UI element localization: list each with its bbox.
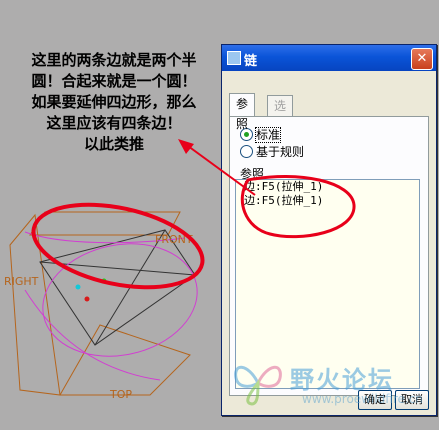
radio-rule-based-label: 基于规则 [256, 145, 305, 159]
sketch-curve-lower[interactable] [24, 289, 161, 381]
sketch-ellipse[interactable] [32, 230, 207, 370]
annotation-line: 这里应该有四条边！ [46, 114, 182, 132]
annotation-line: 这里的两条边就是两个半 [31, 51, 197, 69]
selection-point-green[interactable] [101, 278, 107, 284]
right-datum-label: RIGHT [4, 275, 39, 288]
list-item[interactable]: 边:F5(拉伸_1) [236, 194, 419, 208]
annotation-line: 如果要延伸四边形，那么 [31, 93, 197, 111]
radio-rule-based[interactable]: 基于规则 [240, 144, 304, 160]
selection-point-red[interactable] [84, 296, 90, 302]
cancel-button[interactable]: 取消 [395, 390, 429, 410]
references-list[interactable]: 边:F5(拉伸_1) 边:F5(拉伸_1) [235, 179, 420, 389]
close-button[interactable]: ✕ [411, 48, 433, 70]
tab-references[interactable]: 参照 [229, 93, 256, 131]
radio-standard-label: 标准 [254, 127, 282, 143]
tab-options[interactable]: 选项 [267, 95, 294, 133]
top-datum-plane[interactable] [59, 324, 191, 396]
radio-rule-based-indicator[interactable] [240, 145, 253, 158]
extrude-profile[interactable] [39, 229, 196, 346]
annotation-line: 以此类推 [83, 135, 144, 153]
chain-dialog: 链 ✕ 参照 选项 标准 基于规则 参照 边:F5(拉伸_1) 边:F5(拉伸_… [221, 44, 437, 416]
selection-point-cyan[interactable] [75, 284, 81, 290]
dialog-title-bar[interactable]: 链 ✕ [222, 45, 436, 71]
ok-button[interactable]: 确定 [358, 390, 392, 410]
references-panel: 标准 基于规则 参照 边:F5(拉伸_1) 边:F5(拉伸_1) [229, 116, 429, 396]
window-icon [227, 51, 241, 65]
annotation-text: 这里的两条边就是两个半 圆！合起来就是一个圆！ 如果要延伸四边形，那么 这里应该… [8, 50, 220, 155]
front-datum-label: FRONT [155, 233, 193, 246]
dialog-title: 链 [244, 54, 258, 69]
top-datum-label: TOP [109, 388, 132, 401]
list-item[interactable]: 边:F5(拉伸_1) [236, 180, 419, 194]
annotation-line: 圆！合起来就是一个圆！ [31, 72, 197, 90]
